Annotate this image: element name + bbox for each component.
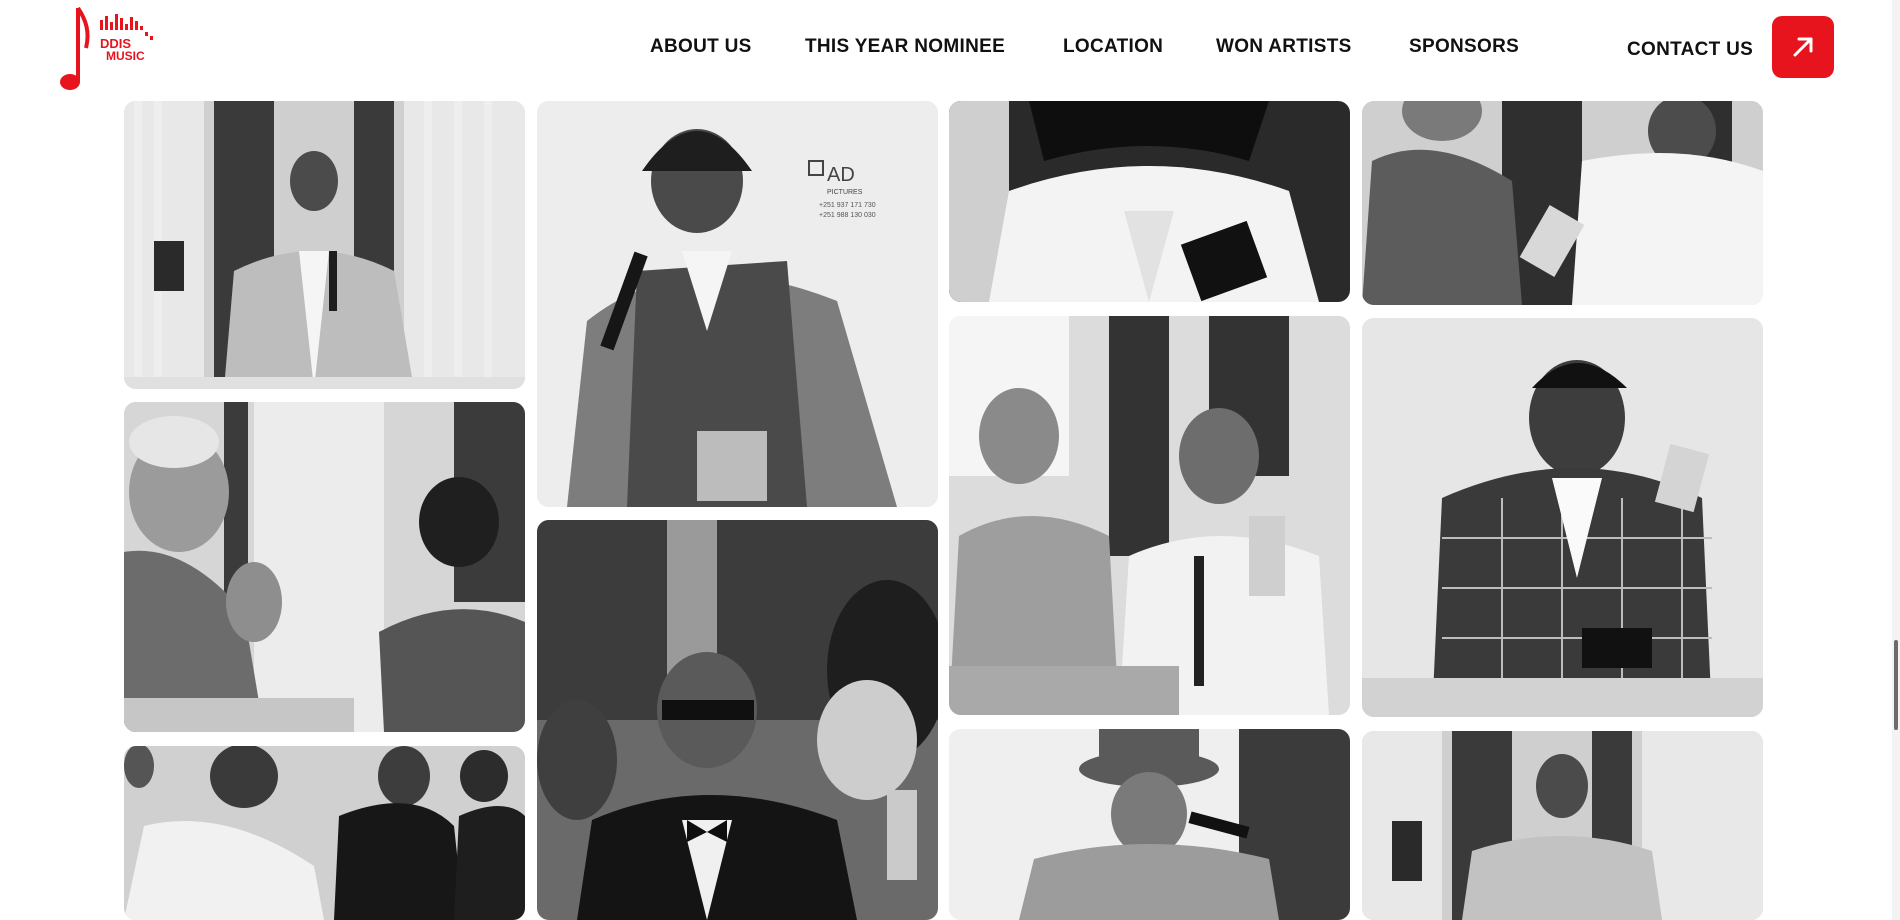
nav-won-artists[interactable]: WON ARTISTS <box>1216 36 1352 58</box>
addis-music-logo[interactable]: DDIS MUSIC <box>56 2 166 94</box>
photo-woman-white-jacket-award[interactable] <box>949 101 1350 302</box>
nav-sponsors[interactable]: SPONSORS <box>1409 36 1519 58</box>
svg-text:+251 988 130 030: +251 988 130 030 <box>819 212 876 219</box>
photo-man-singing-with-award[interactable]: AD PICTURES +251 937 171 730 +251 988 13… <box>537 101 938 507</box>
svg-text:+251 937 171 730: +251 937 171 730 <box>819 202 876 209</box>
scrollbar-thumb[interactable] <box>1894 640 1898 730</box>
nav-about-us[interactable]: ABOUT US <box>650 36 752 58</box>
photo-elder-clapping[interactable] <box>124 402 525 732</box>
photo-handshake-ceremony[interactable] <box>124 746 525 920</box>
music-note-logo-icon: DDIS MUSIC <box>60 6 153 90</box>
scrollbar-track[interactable] <box>1892 0 1900 920</box>
photo-award-handover[interactable] <box>1362 101 1763 305</box>
contact-us-link[interactable]: CONTACT US <box>1627 39 1753 61</box>
photo-man-with-microphone-podium[interactable] <box>124 101 525 389</box>
nav-location[interactable]: LOCATION <box>1063 36 1163 58</box>
svg-text:MUSIC: MUSIC <box>106 49 145 63</box>
contact-us-button[interactable] <box>1772 16 1834 78</box>
nav-this-year-nominee[interactable]: THIS YEAR NOMINEE <box>805 36 1005 58</box>
photo-man-checked-jacket-award[interactable] <box>1362 318 1763 717</box>
photo-man-hat-microphone[interactable] <box>949 729 1350 920</box>
photo-man-podium-microphone[interactable] <box>1362 731 1763 920</box>
watermark-logo-text: AD <box>827 164 855 186</box>
page: DDIS MUSIC ABOUT US THIS YEAR NOMINEE LO… <box>0 0 1900 920</box>
photo-women-receiving-award[interactable] <box>949 316 1350 715</box>
photo-man-sunglasses-bowtie[interactable] <box>537 520 938 920</box>
arrow-up-right-icon <box>1793 37 1813 57</box>
svg-text:PICTURES: PICTURES <box>827 189 863 196</box>
